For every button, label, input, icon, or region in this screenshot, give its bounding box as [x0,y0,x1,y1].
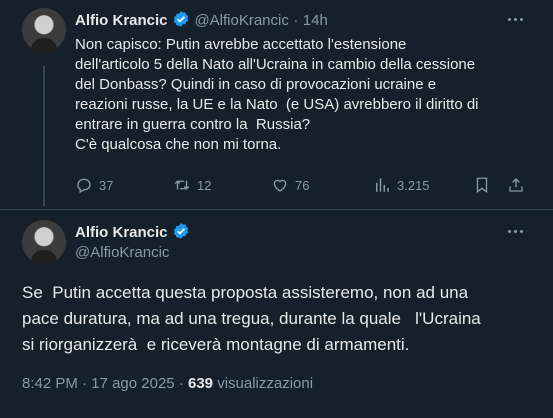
views-label: visualizzazioni [217,375,314,392]
dot-separator: · [293,12,299,29]
reply-count: 37 [99,177,114,193]
author-name[interactable]: Alfio Krancic [75,224,168,241]
avatar[interactable] [22,8,66,52]
dot-separator: · [82,375,88,392]
thread-line [43,66,45,206]
post-date[interactable]: 17 ago 2025 [91,375,174,392]
verified-badge-icon [173,223,189,239]
tweet1-header: Alfio Krancic @AlfioKrancic · 14h [75,10,328,30]
timestamp[interactable]: 14h [303,12,328,29]
tweet1-actions: 37 12 76 3.215 [75,176,535,196]
tweet2-author-name-row: Alfio Krancic [75,222,190,242]
more-options-icon[interactable] [506,10,524,28]
repost-button[interactable]: 12 [173,176,211,194]
repost-count: 12 [197,177,212,193]
divider [0,209,553,210]
like-count: 76 [295,177,310,193]
tweet1-text: Non capisco: Putin avrebbe accettato l'e… [75,36,479,153]
share-button[interactable] [507,176,525,194]
views-button[interactable]: 3.215 [373,176,430,194]
bookmark-button[interactable] [473,176,491,194]
repost-icon [174,180,190,190]
reply-icon [77,178,91,194]
bookmark-icon [476,177,488,194]
author-name[interactable]: Alfio Krancic [75,12,168,29]
post-time[interactable]: 8:42 PM [22,375,78,392]
tweet2-meta: 8:42 PM · 17 ago 2025 · 639 visualizzazi… [22,375,313,392]
tweet2-text: Se Putin accetta questa proposta assiste… [22,283,481,354]
share-icon [509,178,523,192]
author-handle[interactable]: @AlfioKrancic [194,12,288,29]
heart-icon [273,179,287,192]
analytics-icon [376,178,389,192]
author-handle[interactable]: @AlfioKrancic [75,244,169,261]
avatar[interactable] [22,220,66,264]
verified-badge-icon [173,11,189,27]
dot-separator: · [178,375,184,392]
view-count: 3.215 [397,177,430,193]
views-count: 639 [187,375,214,392]
reply-button[interactable]: 37 [75,176,113,194]
more-options-icon[interactable] [506,222,524,240]
like-button[interactable]: 76 [271,176,309,194]
